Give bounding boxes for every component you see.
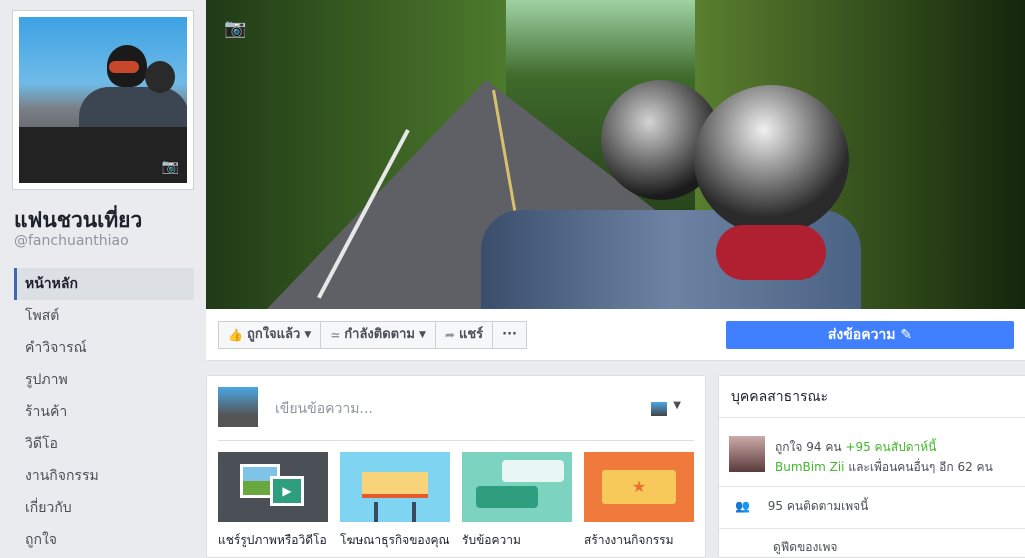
divider [719,486,1025,487]
tile-label: โฆษณาธุรกิจของคุณ [340,533,450,547]
chevron-down-icon: ▼ [418,330,426,340]
more-button[interactable]: ··· [493,321,527,349]
tile-label: แชร์รูปภาพหรือวิดีโอ [218,533,327,547]
pencil-icon: ✎ [900,327,913,343]
cover-helmet-back [694,85,849,235]
billboard-icon [340,452,450,522]
tile-create-event[interactable]: ★ สร้างงานกิจกรรม [584,452,694,558]
action-button-group: 👍 ถูกใจแล้ว ▼ ≃ กำลังติดตาม ▼ ➦ แชร์ ··· [218,321,527,349]
followers-row: 👥 95 คนติดตามเพจนี้ [735,497,868,516]
divider [719,528,1025,529]
rss-icon: ≃ [330,328,341,342]
nav-item-events[interactable]: งานกิจกรรม [14,460,194,492]
nav-item-about[interactable]: เกี่ยวกับ [14,492,194,524]
page-action-bar: 👍 ถูกใจแล้ว ▼ ≃ กำลังติดตาม ▼ ➦ แชร์ ···… [206,309,1025,361]
composer-tiles: ▶ แชร์รูปภาพหรือวิดีโอ โฆษณาธุรกิจของคุณ… [218,452,694,558]
profile-picture[interactable]: 📷 [12,10,194,190]
avatar [218,387,258,427]
profile-photo-helmet-2 [145,61,175,93]
followers-count: 95 คนติดตามเพจนี้ [767,499,869,513]
friend-name-link[interactable]: BumBim Zii [775,460,845,474]
composer-input[interactable]: เขียนข้อความ... [275,398,373,420]
chat-bubbles-icon [462,452,572,522]
chevron-down-icon[interactable]: ▼ [673,400,681,411]
thumbs-up-icon: 👍 [228,328,243,342]
following-label: กำลังติดตาม [344,327,415,342]
send-message-button[interactable]: ส่งข้อความ ✎ [726,321,1014,349]
send-message-label: ส่งข้อความ [827,327,896,343]
nav-item-shop[interactable]: ร้านค้า [14,396,194,428]
nav-item-likes[interactable]: ถูกใจ [14,524,194,556]
nav-item-videos[interactable]: วิดีโอ [14,428,194,460]
tile-label: สร้างงานกิจกรรม [584,533,674,547]
divider [218,440,694,441]
page-feed-link[interactable]: ดูฟีดของเพจ [773,538,837,557]
post-composer: เขียนข้อความ... ▼ ▶ แชร์รูปภาพหรือวิดีโอ… [206,375,706,558]
likes-count: ถูกใจ 94 คน [775,440,842,454]
page-username[interactable]: @fanchuanthiao [14,233,129,249]
page-nav: หน้าหลัก โพสต์ คำวิจารณ์ รูปภาพ ร้านค้า … [14,268,194,556]
friend-avatar[interactable] [729,436,765,472]
share-label: แชร์ [458,327,484,342]
page-category[interactable]: บุคคลสาธารณะ [719,376,1025,418]
nav-item-posts[interactable]: โพสต์ [14,300,194,332]
camera-icon[interactable]: 📷 [162,159,179,175]
tile-get-messages[interactable]: รับข้อความ [462,452,572,558]
ticket-icon: ★ [584,452,694,522]
liked-button[interactable]: 👍 ถูกใจแล้ว ▼ [218,321,322,349]
nav-item-home[interactable]: หน้าหลัก [14,268,194,300]
photo-video-icon: ▶ [218,452,328,522]
chevron-down-icon: ▼ [304,330,312,340]
tile-label: รับข้อความ [462,533,521,547]
share-button[interactable]: ➦ แชร์ [435,321,494,349]
following-button[interactable]: ≃ กำลังติดตาม ▼ [321,321,436,349]
cover-photo[interactable]: 📷 [206,0,1025,309]
audience-avatar-icon[interactable] [651,402,667,416]
tile-share-photo-video[interactable]: ▶ แชร์รูปภาพหรือวิดีโอ [218,452,328,558]
share-arrow-icon: ➦ [444,328,455,342]
more-label: ··· [502,327,517,342]
liked-label: ถูกใจแล้ว [246,327,301,342]
nav-item-photos[interactable]: รูปภาพ [14,364,194,396]
page-info-card: บุคคลสาธารณะ ถูกใจ 94 คน +95 คนสัปดาห์นี… [718,375,1025,558]
likes-summary: ถูกใจ 94 คน +95 คนสัปดาห์นี้ BumBim Zii … [729,436,1019,476]
friends-suffix: และเพื่อนคนอื่นๆ อีก 62 คน [848,460,993,474]
nav-item-reviews[interactable]: คำวิจารณ์ [14,332,194,364]
cover-scarf [716,225,826,280]
tile-promote-business[interactable]: โฆษณาธุรกิจของคุณ [340,452,450,558]
camera-icon[interactable]: 📷 [224,18,246,39]
people-icon: 👥 [735,499,750,513]
likes-this-week: +95 คนสัปดาห์นี้ [845,440,937,454]
profile-photo-goggles [109,61,139,73]
